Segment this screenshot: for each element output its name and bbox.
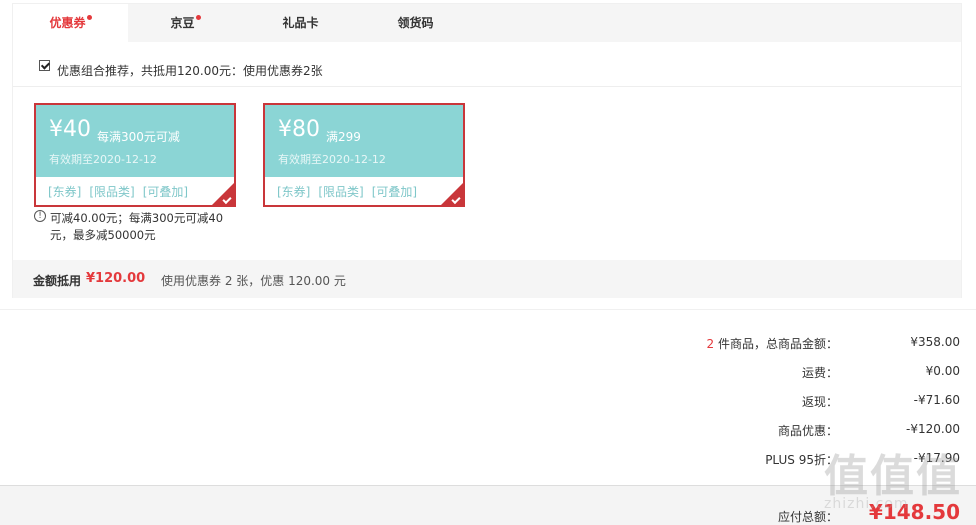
goods-amount: ¥358.00 (910, 335, 960, 349)
plus-label: PLUS 95折： (765, 453, 838, 467)
tab-label: 京豆 (170, 16, 195, 30)
coupon-tag: [可叠加] (371, 185, 418, 199)
tab-coupons[interactable]: 优惠券 (13, 4, 128, 43)
coupon-summary-bar: 金额抵用 ¥120.00 使用优惠券 2 张，优惠 120.00 元 (13, 260, 961, 298)
coupon-note-text: 可减40.00元；每满300元可减40元，最多减50000元 (50, 211, 224, 242)
coupon-tags: [东券] [限品类] [可叠加] (48, 183, 196, 200)
shipping-amount: ¥0.00 (925, 364, 960, 378)
combo-recommend-text: 优惠组合推荐，共抵用120.00元：使用优惠券2张 (57, 64, 323, 78)
combo-recommend-checkbox[interactable] (39, 60, 50, 71)
tab-label: 领货码 (397, 16, 434, 30)
coupon-condition: 满299 (326, 130, 361, 144)
summary-label: 金额抵用 (33, 274, 82, 288)
coupon-tag: [东券] (48, 185, 82, 199)
total-row-goods: 2 件商品，总商品金额： ¥358.00 (560, 335, 960, 355)
coupon-face: ¥40 每满300元可减 有效期至2020-12-12 (36, 105, 234, 177)
coupon-panel: 优惠券 京豆 礼品卡 领货码 优惠组合推荐，共抵用120.00元：使用优惠券2张… (12, 3, 962, 298)
coupon-tag: [东券] (277, 185, 311, 199)
coupon-tags: [东券] [限品类] [可叠加] (277, 183, 425, 200)
goods-count: 2 (706, 337, 715, 351)
coupon-tag: [限品类] (89, 185, 135, 199)
summary-amount: ¥120.00 (86, 271, 146, 286)
discount-amount: -¥120.00 (906, 422, 960, 436)
coupon-tag: [可叠加] (142, 185, 189, 199)
pay-label: 应付总额： (777, 510, 838, 524)
coupon-expire: 有效期至2020-12-12 (278, 153, 386, 166)
total-row-plus: PLUS 95折： -¥17.90 (560, 451, 960, 471)
section-divider (0, 309, 976, 310)
tab-gift-card[interactable]: 礼品卡 (243, 4, 358, 42)
info-icon: ! (34, 210, 46, 222)
total-row-discount: 商品优惠： -¥120.00 (560, 422, 960, 442)
plus-amount: -¥17.90 (913, 451, 960, 465)
tab-jingdou[interactable]: 京豆 (128, 4, 243, 42)
goods-label: 2 件商品，总商品金额： (706, 337, 838, 351)
shipping-label: 运费： (801, 366, 838, 380)
coupon-condition: 每满300元可减 (97, 130, 180, 144)
summary-desc: 使用优惠券 2 张，优惠 120.00 元 (161, 274, 346, 288)
tab-label: 优惠券 (49, 16, 86, 30)
tab-redeem-code[interactable]: 领货码 (358, 4, 473, 42)
coupon-amount: ¥40 (49, 117, 91, 142)
new-dot (195, 15, 201, 20)
coupon-note: ! 可减40.00元；每满300元可减40元，最多减50000元 (34, 210, 234, 244)
pay-amount: ¥148.50 (868, 500, 960, 524)
pay-total-bar: 应付总额： ¥148.50 (0, 485, 976, 525)
total-row-cashback: 返现： -¥71.60 (560, 393, 960, 413)
discount-tabs: 优惠券 京豆 礼品卡 领货码 (13, 4, 961, 43)
new-dot (86, 15, 92, 20)
coupon-card-1[interactable]: ¥40 每满300元可减 有效期至2020-12-12 [东券] [限品类] [可叠… (34, 103, 236, 207)
coupon-amount: ¥80 (278, 117, 320, 142)
discount-label: 商品优惠： (777, 424, 838, 438)
coupon-tag: [限品类] (318, 185, 364, 199)
tab-label: 礼品卡 (282, 16, 319, 30)
coupon-expire: 有效期至2020-12-12 (49, 153, 157, 166)
total-row-shipping: 运费： ¥0.00 (560, 364, 960, 384)
cashback-amount: -¥71.60 (913, 393, 960, 407)
coupon-card-2[interactable]: ¥80 满299 有效期至2020-12-12 [东券] [限品类] [可叠加] (263, 103, 465, 207)
cashback-label: 返现： (801, 395, 838, 409)
coupon-face: ¥80 满299 有效期至2020-12-12 (265, 105, 463, 177)
combo-recommend-row: 优惠组合推荐，共抵用120.00元：使用优惠券2张 (13, 42, 961, 87)
